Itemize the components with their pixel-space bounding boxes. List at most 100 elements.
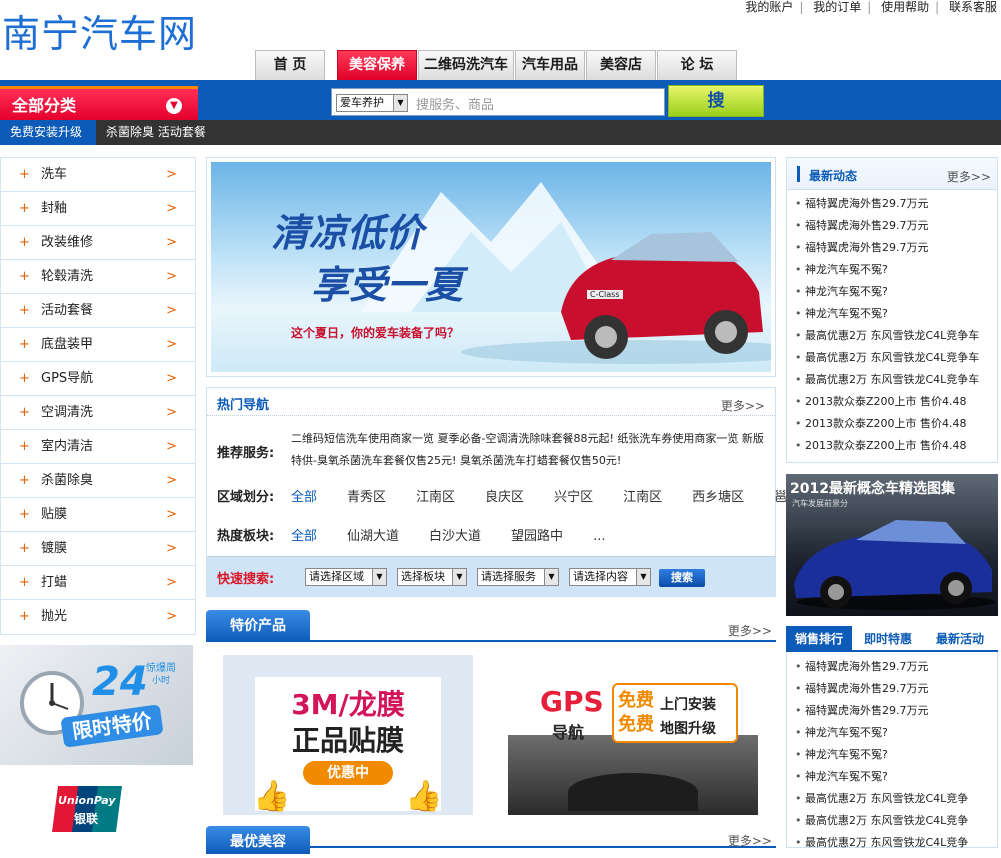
news-more-link[interactable]: 更多>> <box>947 168 991 185</box>
category-item[interactable]: + 贴膜 > <box>1 498 195 532</box>
sales-item[interactable]: 福特翼虎海外售29.7万元 <box>795 678 968 700</box>
hot-block-link[interactable]: ... <box>593 529 605 544</box>
site-logo[interactable]: 南宁汽车网 <box>2 10 197 58</box>
category-item[interactable]: + 底盘装甲 > <box>1 328 195 362</box>
nav-tab-shops[interactable]: 美容店 <box>586 50 656 80</box>
plus-icon: + <box>19 609 30 624</box>
search-input[interactable]: 搜服务、商品 <box>416 94 494 113</box>
category-label: 抛光 <box>41 609 68 624</box>
region-link[interactable]: 江南区 <box>416 490 455 505</box>
region-select[interactable]: 请选择区域 ▼ <box>305 568 387 586</box>
hot-nav-more-link[interactable]: 更多>> <box>721 397 765 414</box>
service-select-value: 请选择服务 <box>481 570 536 583</box>
sales-item[interactable]: 最高优惠2万 东风雪铁龙C4L竞争 <box>795 810 968 832</box>
region-link[interactable]: 青秀区 <box>347 490 386 505</box>
top-link-help[interactable]: 使用帮助 <box>881 0 929 14</box>
news-item[interactable]: 2013款众泰Z200上市 售价4.48 <box>795 413 979 435</box>
category-label: 镀膜 <box>41 541 68 556</box>
special-more-link[interactable]: 更多>> <box>728 622 772 639</box>
ad-24h-flash-sale[interactable]: 24 惊爆周 小时 限时特价 <box>0 645 193 765</box>
plus-icon: + <box>19 167 30 182</box>
best-beauty-tab[interactable]: 最优美容 <box>206 826 310 854</box>
category-item[interactable]: + 杀菌除臭 > <box>1 464 195 498</box>
product2-free-2: 免费 <box>618 714 654 735</box>
news-item[interactable]: 福特翼虎海外售29.7万元 <box>795 193 979 215</box>
category-item[interactable]: + 封釉 > <box>1 192 195 226</box>
sales-tabs: 销售排行 即时特惠 最新活动 <box>786 626 998 652</box>
region-link[interactable]: 良庆区 <box>485 490 524 505</box>
hot-block-link[interactable]: 仙湖大道 <box>347 529 399 544</box>
recommend-links[interactable]: 二维码短信洗车使用商家一览 夏季必备-空调清洗除味套餐88元起! 纸张洗车券使用… <box>291 428 771 472</box>
sales-item[interactable]: 福特翼虎海外售29.7万元 <box>795 700 968 722</box>
news-item[interactable]: 最高优惠2万 东风雪铁龙C4L竞争车 <box>795 325 979 347</box>
block-select[interactable]: 选择板块 ▼ <box>397 568 467 586</box>
banner-subtitle: 这个夏日，你的爱车装备了吗？ <box>291 326 460 340</box>
category-item[interactable]: + 活动套餐 > <box>1 294 195 328</box>
hot-block-link[interactable]: 全部 <box>291 529 317 544</box>
search-category-value: 爱车养护 <box>340 96 384 109</box>
category-item[interactable]: + 洗车 > <box>1 158 195 192</box>
subnav-free-install[interactable]: 免费安装升级 <box>0 120 96 145</box>
concept-car-ad[interactable]: 2012最新概念车精选图集 汽车发展前景分 <box>786 474 998 616</box>
news-item[interactable]: 神龙汽车冤不冤? <box>795 281 979 303</box>
news-item[interactable]: 最高优惠2万 东风雪铁龙C4L竞争车 <box>795 347 979 369</box>
tab-sales-ranking[interactable]: 销售排行 <box>786 626 852 652</box>
sales-item[interactable]: 福特翼虎海外售29.7万元 <box>795 656 968 678</box>
best-more-link[interactable]: 更多>> <box>728 832 772 849</box>
all-categories-button[interactable]: 全部分类 ▼ <box>0 86 198 120</box>
search-button[interactable]: 搜 索 <box>668 85 764 141</box>
category-item[interactable]: + 改装维修 > <box>1 226 195 260</box>
tab-latest-events[interactable]: 最新活动 <box>936 626 984 652</box>
news-item[interactable]: 最高优惠2万 东风雪铁龙C4L竞争车 <box>795 369 979 391</box>
sub-nav-bar: 免费安装升级 杀菌除臭 活动套餐 <box>0 120 1001 145</box>
special-products-tab[interactable]: 特价产品 <box>206 610 310 642</box>
promo-banner[interactable]: 清凉低价 享受一夏 这个夏日，你的爱车装备了吗？ C-Class <box>206 157 776 377</box>
region-link[interactable]: 江南区 <box>623 490 662 505</box>
news-item[interactable]: 福特翼虎海外售29.7万元 <box>795 237 979 259</box>
news-item[interactable]: 神龙汽车冤不冤? <box>795 303 979 325</box>
tab-instant-deals[interactable]: 即时特惠 <box>864 626 912 652</box>
dropdown-arrow-icon: ▼ <box>544 569 558 585</box>
top-link-contact[interactable]: 联系客服 <box>949 0 997 14</box>
sales-item[interactable]: 最高优惠2万 东风雪铁龙C4L竞争 <box>795 832 968 854</box>
nav-tab-qr-wash[interactable]: 二维码洗汽车 <box>418 50 514 80</box>
category-item[interactable]: + 室内清洁 > <box>1 430 195 464</box>
quick-search-button[interactable]: 搜索 <box>659 569 705 587</box>
sales-item[interactable]: 神龙汽车冤不冤? <box>795 766 968 788</box>
plus-icon: + <box>19 337 30 352</box>
category-item[interactable]: + 打蜡 > <box>1 566 195 600</box>
news-item[interactable]: 2013款众泰Z200上市 售价4.48 <box>795 391 979 413</box>
category-item[interactable]: + 镀膜 > <box>1 532 195 566</box>
region-link[interactable]: 西乡塘区 <box>692 490 744 505</box>
product-card-gps[interactable]: GPS 导航 免费 免费 上门安装 地图升级 <box>508 655 758 815</box>
search-category-select[interactable]: 爱车养护 ▼ <box>336 94 408 112</box>
service-select[interactable]: 请选择服务 ▼ <box>477 568 559 586</box>
region-link[interactable]: 全部 <box>291 490 317 505</box>
region-link[interactable]: 兴宁区 <box>554 490 593 505</box>
top-link-orders[interactable]: 我的订单 <box>813 0 861 14</box>
nav-tab-supplies[interactable]: 汽车用品 <box>515 50 585 80</box>
content-select[interactable]: 请选择内容 ▼ <box>569 568 651 586</box>
product-card-film[interactable]: 3M/龙膜 正品贴膜 优惠中 👍 👍 <box>223 655 473 815</box>
content-select-value: 请选择内容 <box>573 570 628 583</box>
news-item[interactable]: 福特翼虎海外售29.7万元 <box>795 215 979 237</box>
sales-item[interactable]: 最高优惠2万 东风雪铁龙C4L竞争 <box>795 788 968 810</box>
news-item[interactable]: 神龙汽车冤不冤? <box>795 259 979 281</box>
sales-item[interactable]: 神龙汽车冤不冤? <box>795 722 968 744</box>
nav-tab-beauty[interactable]: 美容保养 <box>337 50 417 80</box>
category-item[interactable]: + GPS导航 > <box>1 362 195 396</box>
nav-tab-forum[interactable]: 论 坛 <box>657 50 737 80</box>
chevron-right-icon: > <box>166 507 177 522</box>
top-link-account[interactable]: 我的账户 <box>745 0 793 14</box>
hot-block-link[interactable]: 白沙大道 <box>429 529 481 544</box>
category-item[interactable]: + 轮毂清洗 > <box>1 260 195 294</box>
news-item[interactable]: 2013款众泰Z200上市 售价4.48 <box>795 435 979 457</box>
latest-news-panel: 最新动态 更多>> 福特翼虎海外售29.7万元 福特翼虎海外售29.7万元 福特… <box>786 157 998 463</box>
subnav-sterilize-package[interactable]: 杀菌除臭 活动套餐 <box>106 120 206 145</box>
unionpay-logo[interactable]: UnionPay 银联 <box>52 784 124 834</box>
hot-block-link[interactable]: 望园路中 <box>511 529 563 544</box>
nav-tab-home[interactable]: 首 页 <box>255 50 325 80</box>
sales-item[interactable]: 神龙汽车冤不冤? <box>795 744 968 766</box>
category-item[interactable]: + 空调清洗 > <box>1 396 195 430</box>
category-item[interactable]: + 抛光 > <box>1 600 195 634</box>
